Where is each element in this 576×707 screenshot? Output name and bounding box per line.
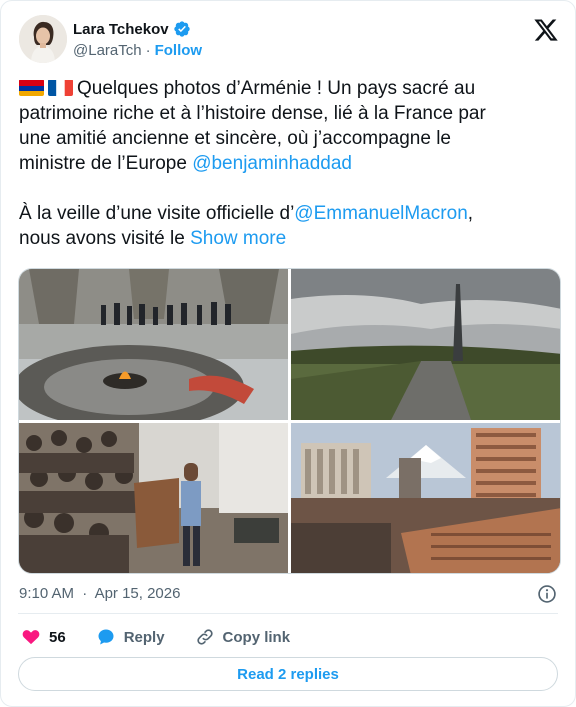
handle-separator: ·: [145, 42, 151, 59]
photo-ararat-cityscape[interactable]: [291, 423, 560, 573]
avatar[interactable]: [19, 15, 67, 63]
tweet-timestamp[interactable]: 9:10 AM · Apr 15, 2026: [19, 585, 180, 602]
photo-obelisk[interactable]: [291, 269, 560, 420]
mention-emmanuelmacron[interactable]: @EmmanuelMacron: [294, 203, 467, 224]
photo-lecture-hall[interactable]: [19, 423, 288, 573]
author-display-name[interactable]: Lara Tchekov: [73, 21, 169, 38]
mention-benjaminhaddad[interactable]: @benjaminhaddad: [192, 153, 352, 174]
tweet-text: Quelques photos d’Arménie ! Un pays sacr…: [19, 76, 559, 251]
copy-link-label: Copy link: [222, 628, 291, 646]
timestamp-separator: ·: [82, 585, 88, 602]
x-logo-icon[interactable]: [533, 17, 559, 43]
tweet-line-5-suffix: ,: [467, 203, 474, 224]
like-button[interactable]: 56: [21, 627, 66, 647]
tweet-time: 9:10 AM: [19, 585, 75, 602]
tweet-date: Apr 15, 2026: [94, 585, 181, 602]
tweet-line-6: nous avons visité le: [19, 228, 191, 249]
photo-memorial-flame[interactable]: [19, 269, 288, 420]
like-count: 56: [49, 628, 66, 646]
action-bar: 56 Reply Copy link: [21, 625, 320, 649]
read-replies-button[interactable]: Read 2 replies: [18, 657, 558, 691]
info-icon[interactable]: [537, 584, 557, 604]
reply-bubble-icon: [98, 629, 114, 645]
heart-icon: [22, 630, 40, 645]
tweet-line-3: une amitié ancienne et sincère, où j’acc…: [19, 128, 451, 149]
reply-button[interactable]: Reply: [96, 627, 165, 647]
tweet-line-4: ministre de l’Europe: [19, 153, 193, 174]
tweet-line-5: À la veille d’une visite officielle d’: [19, 203, 295, 224]
author-handle[interactable]: @LaraTch: [73, 42, 142, 59]
tweet-card: Lara Tchekov @LaraTch · Follow Quelques …: [0, 0, 576, 707]
photo-grid: [18, 268, 561, 574]
tweet-header: Lara Tchekov @LaraTch · Follow: [19, 15, 559, 67]
divider: [18, 613, 558, 614]
reply-label: Reply: [123, 628, 165, 646]
verified-badge-icon: [173, 20, 191, 38]
copy-link-button[interactable]: Copy link: [195, 627, 291, 647]
author-info: Lara Tchekov @LaraTch · Follow: [73, 19, 203, 60]
show-more-link[interactable]: Show more: [190, 228, 286, 249]
tweet-line-1: Quelques photos d’Arménie ! Un pays sacr…: [77, 78, 476, 99]
armenia-flag-icon: [19, 79, 44, 96]
follow-button[interactable]: Follow: [155, 42, 203, 59]
tweet-line-2: patrimoine riche et à l’histoire dense, …: [19, 103, 486, 124]
france-flag-icon: [48, 79, 73, 96]
link-icon: [196, 629, 213, 645]
